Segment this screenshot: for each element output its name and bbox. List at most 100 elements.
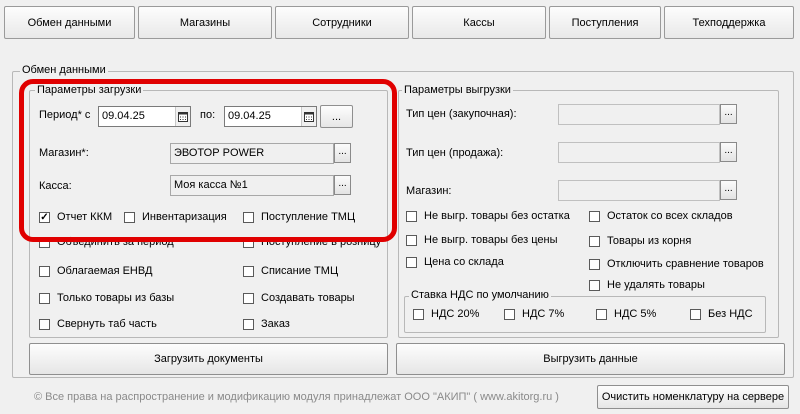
no-delete-checkbox[interactable]: Не удалять товары — [589, 279, 705, 291]
store-select-button[interactable]: ... — [334, 143, 351, 163]
envd-checkbox[interactable]: Облагаемая ЕНВД — [39, 265, 152, 277]
checkbox-label: Не выгр. товары без цены — [424, 234, 558, 246]
price-buy-select-button[interactable]: ... — [720, 104, 737, 124]
tab-employees[interactable]: Сотрудники — [275, 6, 409, 39]
register-label: Касса: — [39, 180, 72, 192]
create-goods-checkbox[interactable]: Создавать товары — [243, 292, 355, 304]
checkbox-label: НДС 7% — [522, 308, 565, 320]
disable-compare-checkbox[interactable]: Отключить сравнение товаров — [589, 258, 764, 270]
checkbox-box — [243, 292, 254, 304]
checkbox-box — [243, 211, 254, 223]
checkbox-box — [39, 318, 50, 330]
store-value: ЭВОТОР POWER — [174, 147, 265, 159]
tab-registers[interactable]: Кассы — [412, 6, 546, 39]
checkbox-label: Инвентаризация — [142, 211, 227, 223]
root-goods-checkbox[interactable]: Товары из корня — [589, 235, 691, 247]
calendar-icon[interactable] — [175, 107, 190, 126]
checkbox-box — [589, 210, 600, 222]
period-select-button[interactable]: ... — [320, 105, 353, 128]
calendar-icon[interactable] — [301, 107, 316, 126]
checkbox-label: Списание ТМЦ — [261, 265, 339, 277]
kkm-report-checkbox[interactable]: ✓ Отчет ККМ — [39, 211, 112, 223]
checkbox-label: НДС 20% — [431, 308, 480, 320]
checkbox-label: Товары из корня — [607, 235, 692, 247]
checkbox-box — [406, 210, 417, 222]
checkbox-box — [39, 265, 50, 277]
checkbox-label: Поступление ТМЦ — [261, 211, 356, 223]
no-price-checkbox[interactable]: Не выгр. товары без цены — [406, 234, 558, 246]
load-documents-button[interactable]: Загрузить документы — [29, 343, 388, 375]
unload-store-select-button[interactable]: ... — [720, 180, 737, 200]
unload-params-title: Параметры выгрузки — [402, 84, 513, 96]
clear-nomenclature-button[interactable]: Очистить номенклатуру на сервере — [597, 385, 789, 409]
unload-data-button[interactable]: Выгрузить данные — [396, 343, 785, 375]
checkbox-box — [589, 258, 600, 270]
price-sell-select-button[interactable]: ... — [720, 142, 737, 162]
checkbox-box — [243, 318, 254, 330]
checkbox-box — [406, 256, 417, 268]
unload-store-label: Магазин: — [406, 185, 452, 197]
unload-store-input[interactable] — [558, 180, 720, 201]
order-checkbox[interactable]: Заказ — [243, 318, 290, 330]
no-zero-stock-checkbox[interactable]: Не выгр. товары без остатка — [406, 210, 570, 222]
checkbox-label: Поступление в розницу — [261, 236, 382, 248]
checkbox-label: Заказ — [261, 318, 290, 330]
checkbox-box — [589, 235, 600, 247]
tab-exchange[interactable]: Обмен данными — [4, 6, 135, 39]
merge-period-checkbox[interactable]: Объединить за период — [39, 236, 174, 248]
vat-7-checkbox[interactable]: НДС 7% — [504, 308, 564, 320]
checkbox-label: Остаток со всех складов — [607, 210, 733, 222]
register-select-button[interactable]: ... — [334, 175, 351, 195]
inventory-checkbox[interactable]: Инвентаризация — [124, 211, 227, 223]
checkbox-label: Свернуть таб часть — [57, 318, 157, 330]
writeoff-checkbox[interactable]: Списание ТМЦ — [243, 265, 338, 277]
register-value: Моя касса №1 — [174, 179, 248, 191]
checkbox-box — [124, 211, 135, 223]
price-sell-input[interactable] — [558, 142, 720, 163]
copyright-text: © Все права на распространение и модифик… — [34, 391, 559, 403]
check-icon: ✓ — [39, 211, 50, 223]
vat-title: Ставка НДС по умолчанию — [409, 289, 551, 301]
store-input[interactable]: ЭВОТОР POWER — [170, 143, 334, 164]
load-params-title: Параметры загрузки — [35, 84, 144, 96]
all-warehouses-checkbox[interactable]: Остаток со всех складов — [589, 210, 733, 222]
vat-20-checkbox[interactable]: НДС 20% — [413, 308, 479, 320]
checkbox-box — [243, 236, 254, 248]
checkbox-box — [589, 279, 600, 291]
checkbox-label: Облагаемая ЕНВД — [57, 265, 153, 277]
store-label: Магазин*: — [39, 147, 89, 159]
price-sell-label: Тип цен (продажа): — [406, 147, 504, 159]
checkbox-label: Отключить сравнение товаров — [607, 258, 764, 270]
base-goods-only-checkbox[interactable]: Только товары из базы — [39, 292, 174, 304]
checkbox-box — [39, 236, 50, 248]
goods-receipt-checkbox[interactable]: Поступление ТМЦ — [243, 211, 355, 223]
warehouse-price-checkbox[interactable]: Цена со склада — [406, 256, 504, 268]
period-from-value: 09.04.25 — [102, 110, 145, 122]
checkbox-box — [243, 265, 254, 277]
checkbox-label: Создавать товары — [261, 292, 355, 304]
no-vat-checkbox[interactable]: Без НДС — [690, 308, 753, 320]
checkbox-label: Не выгр. товары без остатка — [424, 210, 570, 222]
exchange-group-title: Обмен данными — [20, 64, 108, 76]
vat-5-checkbox[interactable]: НДС 5% — [596, 308, 656, 320]
checkbox-box — [596, 308, 607, 320]
checkbox-label: НДС 5% — [614, 308, 657, 320]
period-to-label: по: — [200, 109, 216, 121]
tab-receipts[interactable]: Поступления — [549, 6, 661, 39]
checkbox-label: Отчет ККМ — [57, 211, 113, 223]
price-buy-input[interactable] — [558, 104, 720, 125]
checkbox-label: Без НДС — [708, 308, 753, 320]
checkbox-label: Не удалять товары — [607, 279, 705, 291]
checkbox-box — [406, 234, 417, 246]
checkbox-label: Только товары из базы — [57, 292, 175, 304]
period-from-label: Период* с — [39, 109, 91, 121]
collapse-table-checkbox[interactable]: Свернуть таб часть — [39, 318, 157, 330]
tab-stores[interactable]: Магазины — [138, 6, 272, 39]
checkbox-box — [690, 308, 701, 320]
price-buy-label: Тип цен (закупочная): — [406, 108, 517, 120]
register-input[interactable]: Моя касса №1 — [170, 175, 334, 196]
tab-support[interactable]: Техподдержка — [664, 6, 794, 39]
checkbox-label: Объединить за период — [57, 236, 174, 248]
retail-receipt-checkbox[interactable]: Поступление в розницу — [243, 236, 381, 248]
checkbox-box — [413, 308, 424, 320]
